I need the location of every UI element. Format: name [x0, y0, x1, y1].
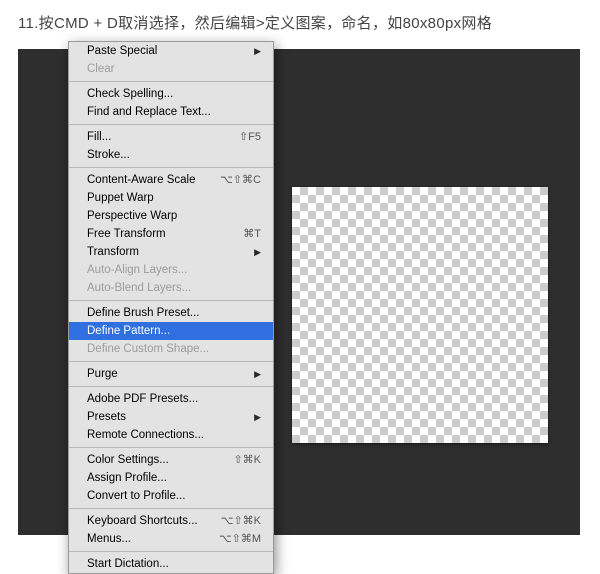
menu-item[interactable]: Perspective Warp: [69, 207, 273, 225]
menu-item[interactable]: Color Settings... ⇧⌘K: [69, 451, 273, 469]
menu-item-shortcut: ⌘T: [243, 227, 261, 242]
menu-item[interactable]: Fill... ⇧F5: [69, 128, 273, 146]
menu-item[interactable]: Convert to Profile...: [69, 487, 273, 505]
menu-item-label: Presets: [87, 410, 126, 425]
menu-item[interactable]: Free Transform ⌘T: [69, 225, 273, 243]
menu-item-label: Keyboard Shortcuts...: [87, 514, 198, 529]
menu-item-label: Fill...: [87, 130, 111, 145]
submenu-arrow-icon: ▶: [254, 44, 261, 59]
submenu-arrow-icon: ▶: [254, 410, 261, 425]
menu-item-shortcut: ⇧F5: [239, 130, 261, 145]
document-canvas[interactable]: [292, 187, 548, 443]
menu-item[interactable]: Menus... ⌥⇧⌘M: [69, 530, 273, 548]
menu-separator: [69, 124, 273, 125]
menu-item[interactable]: Find and Replace Text...: [69, 103, 273, 121]
menu-item-label: Convert to Profile...: [87, 489, 185, 504]
menu-item: Clear: [69, 60, 273, 78]
menu-item-label: Clear: [87, 62, 114, 77]
menu-item[interactable]: Presets ▶: [69, 408, 273, 426]
menu-item-label: Assign Profile...: [87, 471, 167, 486]
menu-item-label: Transform: [87, 245, 139, 260]
menu-item[interactable]: Transform ▶: [69, 243, 273, 261]
submenu-arrow-icon: ▶: [254, 245, 261, 260]
menu-item: Auto-Blend Layers...: [69, 279, 273, 297]
menu-item-label: Auto-Align Layers...: [87, 263, 187, 278]
menu-item-label: Define Custom Shape...: [87, 342, 209, 357]
menu-item[interactable]: Define Brush Preset...: [69, 304, 273, 322]
edit-menu-dropdown: Paste Special ▶ Clear Check Spelling... Find…: [68, 41, 274, 574]
menu-item: Define Custom Shape...: [69, 340, 273, 358]
menu-separator: [69, 300, 273, 301]
menu-separator: [69, 167, 273, 168]
menu-item[interactable]: Paste Special ▶: [69, 42, 273, 60]
menu-item-label: Start Dictation...: [87, 557, 169, 572]
menu-item-shortcut: ⌥⇧⌘C: [220, 173, 261, 188]
menu-item[interactable]: Start Dictation...: [69, 555, 273, 573]
workspace: Paste Special▶ClearCheck Spelling...Find…: [18, 49, 580, 535]
menu-item-label: Stroke...: [87, 148, 130, 163]
submenu-arrow-icon: ▶: [254, 367, 261, 382]
instruction-text: 11.按CMD + D取消选择，然后编辑>定义图案，命名，如80x80px网格: [0, 0, 600, 43]
menu-item-shortcut: ⌥⇧⌘M: [219, 532, 261, 547]
menu-item[interactable]: Keyboard Shortcuts... ⌥⇧⌘K: [69, 512, 273, 530]
menu-item-label: Define Pattern...: [87, 324, 170, 339]
menu-item: Auto-Align Layers...: [69, 261, 273, 279]
menu-item-shortcut: ⇧⌘K: [233, 453, 261, 468]
menu-item[interactable]: Adobe PDF Presets...: [69, 390, 273, 408]
menu-separator: [69, 447, 273, 448]
menu-item-label: Find and Replace Text...: [87, 105, 211, 120]
menu-item[interactable]: Check Spelling...: [69, 85, 273, 103]
menu-item-label: Purge: [87, 367, 118, 382]
menu-item[interactable]: Define Pattern...: [69, 322, 273, 340]
menu-item[interactable]: Purge ▶: [69, 365, 273, 383]
menu-item-label: Content-Aware Scale: [87, 173, 195, 188]
menu-item-label: Free Transform: [87, 227, 166, 242]
menu-item-label: Paste Special: [87, 44, 157, 59]
menu-item-label: Define Brush Preset...: [87, 306, 200, 321]
menu-item[interactable]: Remote Connections...: [69, 426, 273, 444]
menu-item-label: Perspective Warp: [87, 209, 177, 224]
menu-item-label: Puppet Warp: [87, 191, 154, 206]
menu-separator: [69, 81, 273, 82]
menu-item-label: Adobe PDF Presets...: [87, 392, 198, 407]
menu-item[interactable]: Content-Aware Scale ⌥⇧⌘C: [69, 171, 273, 189]
menu-item[interactable]: Puppet Warp: [69, 189, 273, 207]
menu-item-label: Check Spelling...: [87, 87, 173, 102]
menu-item-label: Auto-Blend Layers...: [87, 281, 191, 296]
menu-item-label: Remote Connections...: [87, 428, 204, 443]
menu-separator: [69, 361, 273, 362]
menu-separator: [69, 386, 273, 387]
menu-separator: [69, 551, 273, 552]
menu-item[interactable]: Stroke...: [69, 146, 273, 164]
menu-item[interactable]: Assign Profile...: [69, 469, 273, 487]
menu-item-label: Color Settings...: [87, 453, 169, 468]
menu-separator: [69, 508, 273, 509]
menu-item-shortcut: ⌥⇧⌘K: [221, 514, 261, 529]
menu-item-label: Menus...: [87, 532, 131, 547]
